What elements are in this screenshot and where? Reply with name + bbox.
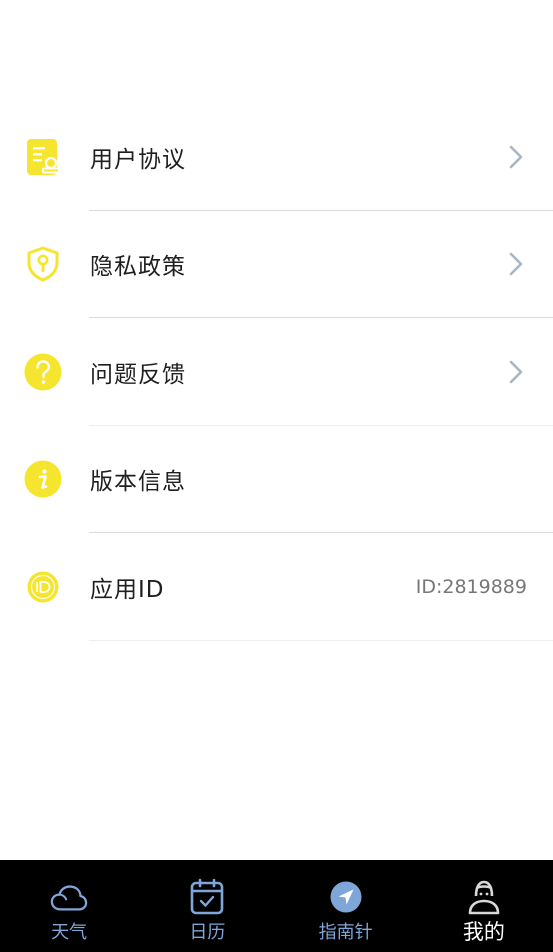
- menu-item-label: 应用ID: [90, 576, 165, 603]
- user-agreement-icon: [24, 138, 62, 176]
- tab-label: 指南针: [318, 922, 373, 943]
- profile-icon: [465, 878, 503, 916]
- menu-item-label: 问题反馈: [90, 361, 186, 388]
- tab-label: 天气: [51, 922, 88, 943]
- tab-profile[interactable]: 我的: [415, 860, 553, 952]
- tab-label: 日历: [189, 922, 226, 943]
- tab-calendar[interactable]: 日历: [138, 860, 276, 952]
- app-id-value: ID:2819889: [415, 575, 527, 598]
- menu-item-feedback[interactable]: 问题反馈: [0, 318, 553, 426]
- info-icon: [24, 460, 62, 498]
- chevron-right-icon: [509, 252, 523, 276]
- chevron-right-icon: [509, 145, 523, 169]
- profile-screen: 用户协议 隐私政策 问题反馈 版本信息 应用ID ID:2819889 天气 日…: [0, 0, 553, 952]
- menu-item-version-info[interactable]: 版本信息: [0, 426, 553, 533]
- calendar-icon: [188, 878, 226, 916]
- tab-compass[interactable]: 指南针: [277, 860, 415, 952]
- menu-item-label: 隐私政策: [90, 254, 186, 281]
- privacy-shield-icon: [24, 245, 62, 283]
- id-icon: [24, 568, 62, 606]
- menu-item-label: 版本信息: [90, 469, 186, 496]
- menu-item-label: 用户协议: [90, 146, 186, 173]
- menu-item-app-id[interactable]: 应用ID ID:2819889: [0, 533, 553, 641]
- menu-item-user-agreement[interactable]: 用户协议: [0, 103, 553, 211]
- tab-weather[interactable]: 天气: [0, 860, 138, 952]
- settings-menu: 用户协议 隐私政策 问题反馈 版本信息 应用ID ID:2819889: [0, 103, 553, 641]
- question-icon: [24, 353, 62, 391]
- bottom-tab-bar: 天气 日历 指南针 我的: [0, 860, 553, 952]
- compass-icon: [327, 878, 365, 916]
- tab-label: 我的: [462, 920, 505, 944]
- cloud-icon: [50, 878, 88, 916]
- chevron-right-icon: [509, 360, 523, 384]
- divider: [89, 639, 553, 641]
- menu-item-privacy-policy[interactable]: 隐私政策: [0, 211, 553, 318]
